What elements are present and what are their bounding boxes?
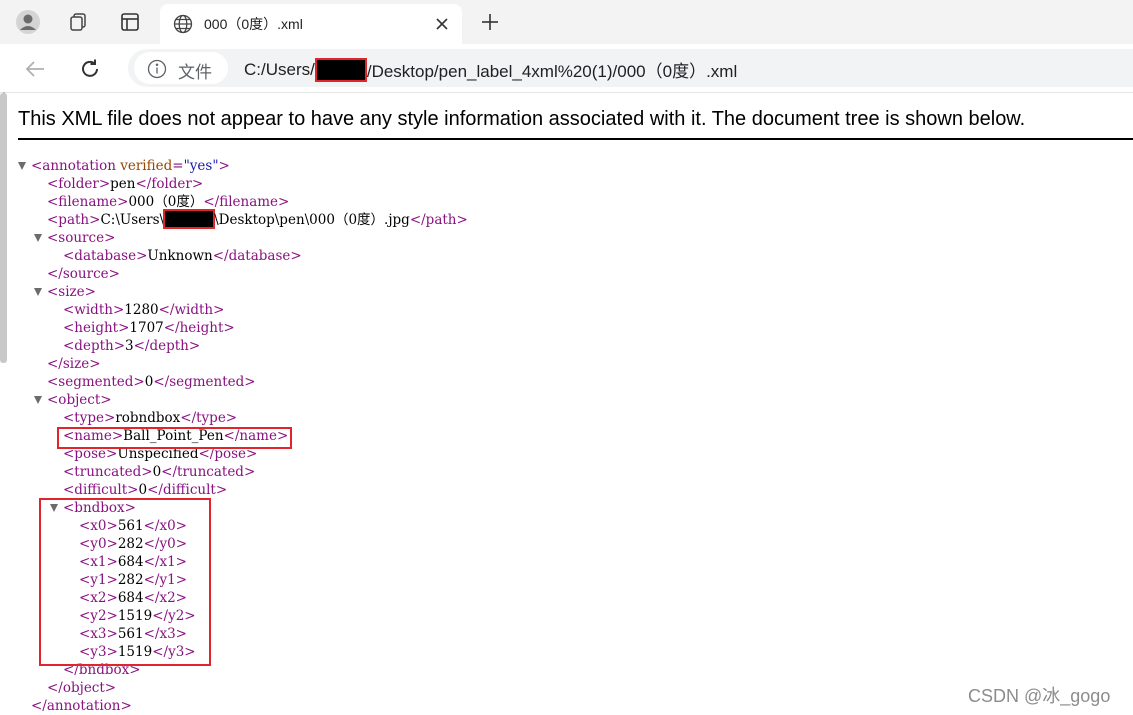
info-icon [147, 59, 167, 79]
xml-line-annotation-close: </annotation> [31, 698, 132, 714]
url-text[interactable]: C:/Users/ /Desktop/pen_label_4xml%20(1)/0… [244, 57, 737, 82]
refresh-icon[interactable] [75, 54, 105, 84]
highlight-box-name [57, 427, 292, 449]
xml-line-filename: <filename>000（0度）</filename> [47, 194, 290, 210]
xml-line-database: <database>Unknown</database> [63, 248, 302, 264]
scrollbar-thumb[interactable] [0, 93, 7, 363]
xml-line-width: <width>1280</width> [63, 302, 225, 318]
back-icon[interactable] [20, 54, 50, 84]
site-info-button[interactable]: 文件 [134, 52, 228, 84]
active-tab[interactable]: 000（0度）.xml [160, 4, 462, 44]
xml-line-truncated: <truncated>0</truncated> [63, 464, 256, 480]
xml-line-depth: <depth>3</depth> [63, 338, 201, 354]
xml-line-path: <path>C:\Users\ \Desktop\pen\000（0度）.jpg<… [47, 209, 468, 229]
collapse-toggle[interactable] [34, 234, 42, 242]
xml-line-object-open: <object> [47, 392, 112, 408]
xml-line-height: <height>1707</height> [63, 320, 235, 336]
xml-line-size-close: </size> [47, 356, 101, 372]
xml-line-folder: <folder>pen</folder> [47, 176, 204, 192]
xml-notice: This XML file does not appear to have an… [18, 108, 1026, 130]
omnibox[interactable]: 文件 C:/Users/ /Desktop/pen_label_4xml%20(1… [128, 49, 1133, 87]
xml-line-object-close: </object> [47, 680, 117, 696]
watermark: CSDN @冰_gogo [968, 686, 1111, 706]
redaction-box [314, 57, 367, 82]
redaction-box [163, 209, 216, 229]
plus-icon[interactable] [474, 8, 506, 36]
vertical-tabs-icon[interactable] [114, 6, 146, 38]
xml-line-type: <type>robndbox</type> [63, 410, 238, 426]
url-part-2: /Desktop/pen_label_4xml%20(1)/000（0度）.xm… [366, 62, 738, 81]
close-icon[interactable] [430, 12, 454, 36]
xml-line-source-open: <source> [47, 230, 116, 246]
xml-line-difficult: <difficult>0</difficult> [63, 482, 228, 498]
workspaces-icon[interactable] [62, 6, 94, 38]
url-part-1: C:/Users/ [244, 59, 315, 79]
collapse-toggle[interactable] [34, 288, 42, 296]
site-info-label: 文件 [178, 63, 212, 82]
notice-divider [18, 138, 1133, 140]
tab-strip: 000（0度）.xml [0, 0, 1133, 44]
highlight-box-bndbox [39, 498, 211, 666]
xml-line-segmented: <segmented>0</segmented> [47, 374, 256, 390]
tab-title: 000（0度）.xml [204, 16, 303, 32]
address-bar-row: 文件 C:/Users/ /Desktop/pen_label_4xml%20(1… [0, 44, 1133, 93]
collapse-toggle[interactable] [34, 396, 42, 404]
xml-line-source-close: </source> [47, 266, 120, 282]
globe-icon [172, 13, 194, 35]
xml-line-size-open: <size> [47, 284, 96, 300]
collapse-toggle[interactable] [18, 162, 26, 170]
profile-icon[interactable] [12, 6, 44, 38]
xml-line-annotation: <annotation verified="yes"> [31, 158, 230, 174]
